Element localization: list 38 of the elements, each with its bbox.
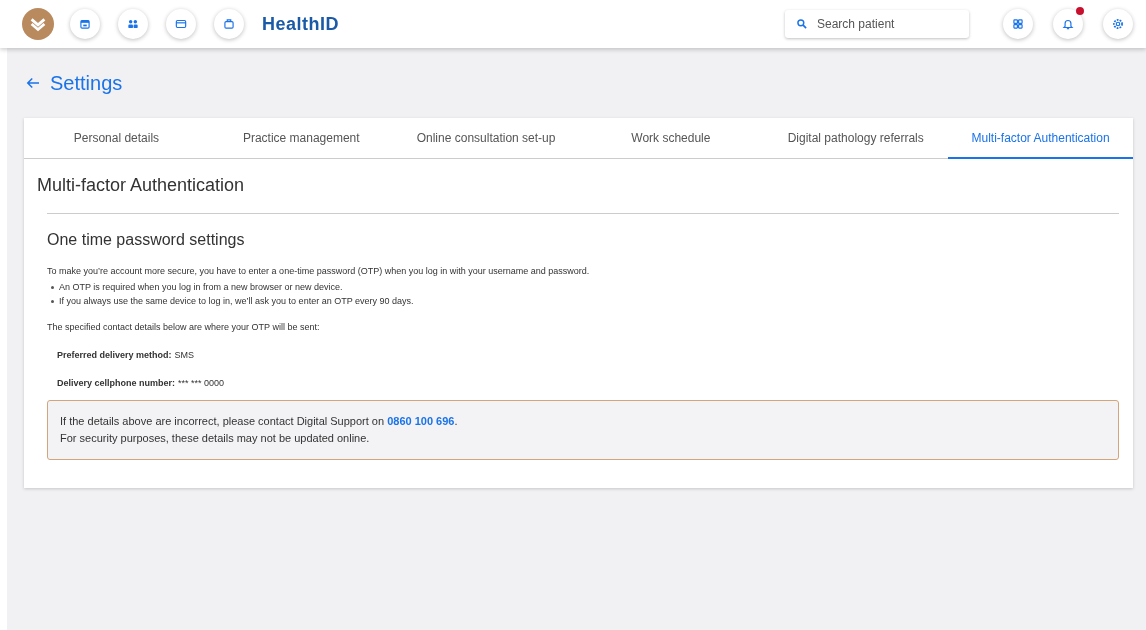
apps-icon xyxy=(1011,17,1025,31)
tab[interactable]: Multi-factor Authentication xyxy=(948,118,1133,159)
bullet-dot xyxy=(51,285,54,289)
tab[interactable]: Online consultation set-up xyxy=(393,118,579,159)
tab[interactable]: Work schedule xyxy=(578,118,764,159)
nav-button[interactable] xyxy=(70,9,100,39)
notification-dot xyxy=(1076,7,1084,15)
notice-text: If the details above are incorrect, please contact Digital Support on 0860 100 696. xyxy=(60,414,459,429)
bullet-text: An OTP is required when you log in from a new browser or new device. xyxy=(59,281,343,294)
section-title: Multi-factor Authentication xyxy=(37,175,246,197)
settings-button[interactable] xyxy=(1103,9,1133,39)
detail-value: *** *** 0000 xyxy=(178,378,225,388)
bell-button[interactable] xyxy=(1053,9,1083,39)
tab[interactable]: Digital pathology referrals xyxy=(763,118,949,159)
page-title: Settings xyxy=(50,71,123,95)
intro-text: To make you’re account more secure, you have to enter a one-time password (OTP) when you log in with your username and password. xyxy=(47,266,591,276)
nav-button[interactable] xyxy=(214,9,244,39)
tab[interactable]: Practice management xyxy=(208,118,394,159)
subsection-title: One time password settings xyxy=(47,231,246,249)
detail-value: SMS xyxy=(174,350,195,360)
bell-icon xyxy=(1061,17,1075,31)
contact-intro-text: The specified contact details below are where your OTP will be sent: xyxy=(47,322,321,332)
bullet-dot xyxy=(51,299,54,303)
settings-icon xyxy=(1111,17,1125,31)
apps-button[interactable] xyxy=(1003,9,1033,39)
search-field[interactable]: Search patient xyxy=(785,10,969,38)
nav-button[interactable] xyxy=(118,9,148,39)
bullet-text: If you always use the same device to log in, we’ll ask you to enter an OTP every 90 days. xyxy=(59,295,414,308)
tab[interactable]: Personal details xyxy=(24,118,209,159)
nav-button[interactable] xyxy=(166,9,196,39)
card-icon xyxy=(174,17,188,31)
calendar-icon xyxy=(78,17,92,31)
detail-label: Preferred delivery method: xyxy=(57,350,172,360)
briefcase-icon xyxy=(222,17,236,31)
detail-label: Delivery cellphone number: xyxy=(57,378,176,388)
notice-text: For security purposes, these details may not be updated online. xyxy=(60,431,371,446)
people-icon xyxy=(126,17,140,31)
brand-logo: HealthID xyxy=(262,13,339,35)
